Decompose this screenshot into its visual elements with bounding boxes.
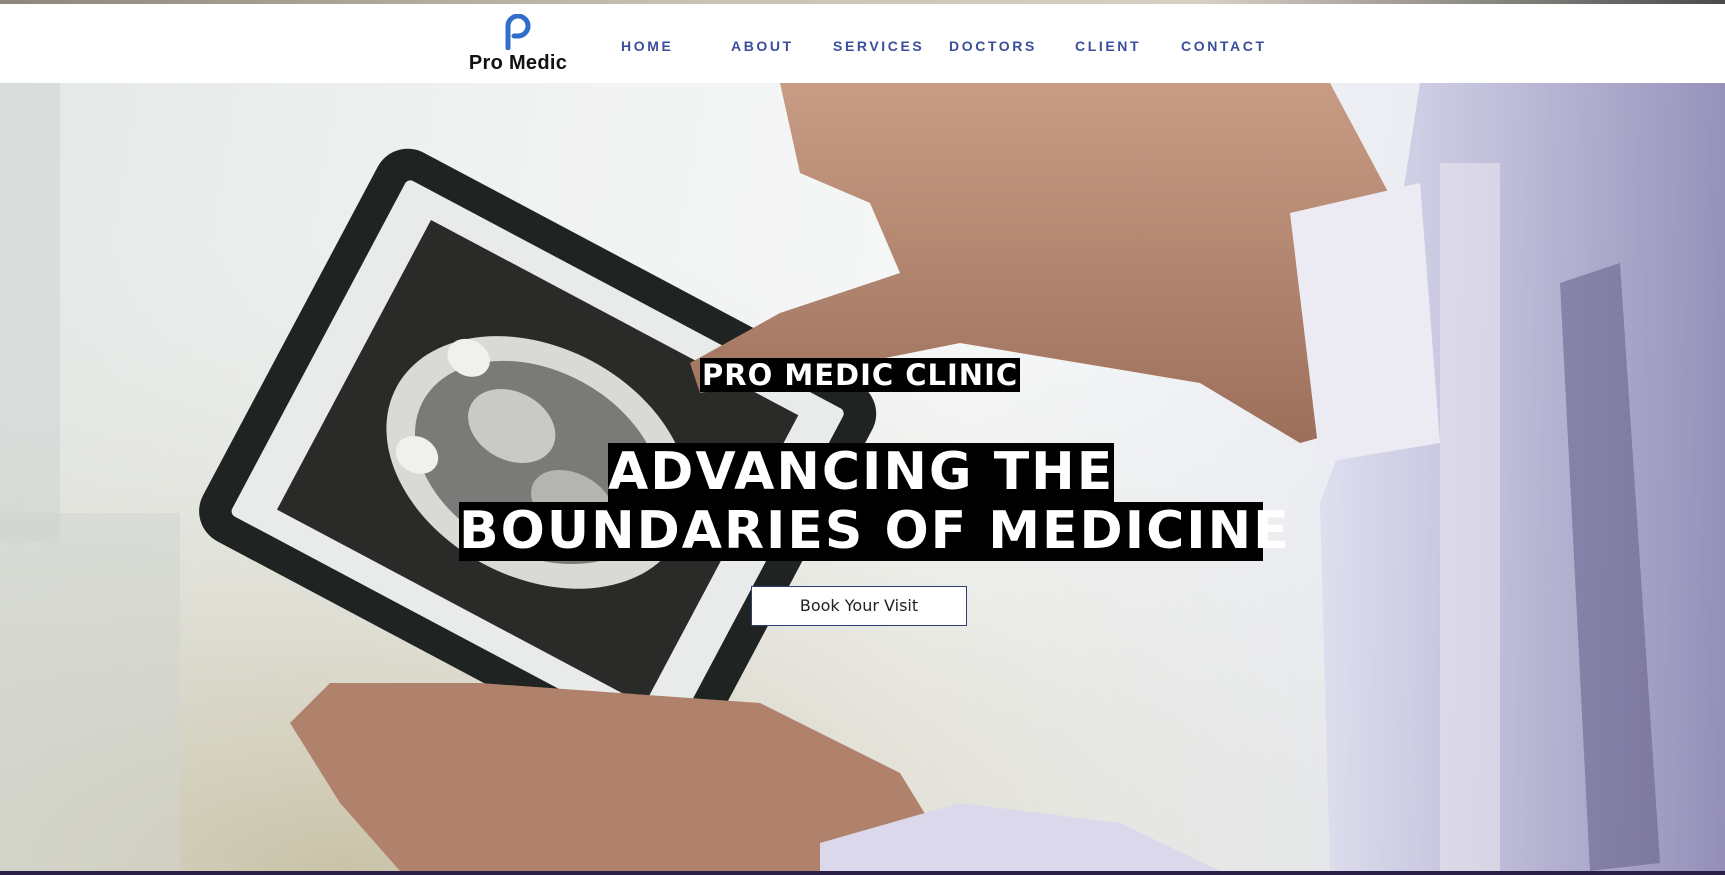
nav-item-services[interactable]: SERVICES [833, 36, 924, 56]
nav-item-contact[interactable]: CONTACT [1181, 36, 1267, 56]
nav-item-client[interactable]: CLIENT [1075, 36, 1141, 56]
nav-item-about[interactable]: ABOUT [731, 36, 794, 56]
main-nav: HOME ABOUT SERVICES DOCTORS CLIENT CONTA… [0, 4, 1725, 83]
book-your-visit-button[interactable]: Book Your Visit [751, 586, 967, 626]
hero-eyebrow: PRO MEDIC CLINIC [700, 358, 1021, 392]
nav-item-doctors[interactable]: DOCTORS [949, 36, 1037, 56]
nav-item-home[interactable]: HOME [621, 36, 673, 56]
hero-headline-line-2: BOUNDARIES OF MEDICINE [459, 501, 1291, 561]
hero-headline-line-1: ADVANCING THE [608, 442, 1115, 502]
bottom-edge-strip [0, 871, 1725, 875]
site-header: Pro Medic HOME ABOUT SERVICES DOCTORS CL… [0, 4, 1725, 83]
